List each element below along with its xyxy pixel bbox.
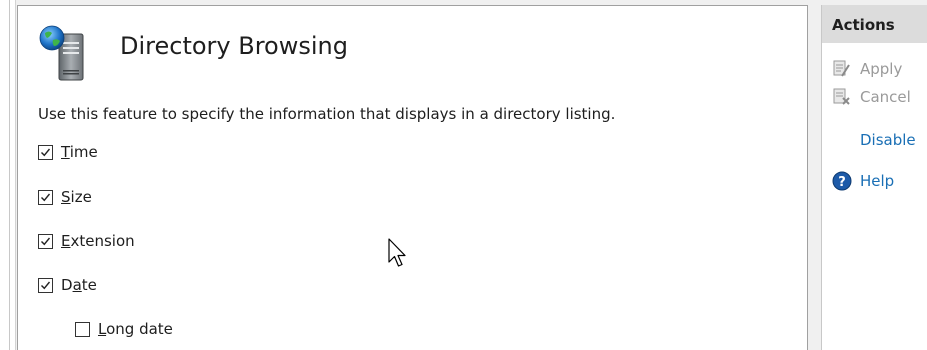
- extension-label: Extension: [61, 232, 135, 250]
- checkbox-checked[interactable]: [38, 189, 53, 205]
- cancel-label: Cancel: [860, 88, 911, 106]
- checkbox-unchecked[interactable]: [75, 321, 90, 337]
- extension-checkbox[interactable]: Extension: [38, 231, 135, 251]
- help-link[interactable]: ? Help: [832, 171, 894, 191]
- mouse-pointer-icon: [388, 238, 406, 267]
- disable-label: Disable: [860, 131, 916, 149]
- long-date-label: Long date: [98, 320, 173, 338]
- apply-label: Apply: [860, 60, 903, 78]
- feature-description: Use this feature to specify the informat…: [38, 105, 616, 123]
- time-checkbox[interactable]: Time: [38, 142, 98, 162]
- feature-pane: Directory Browsing Use this feature to s…: [17, 5, 808, 350]
- globe-server-icon: [39, 25, 84, 81]
- apply-icon: [832, 59, 852, 79]
- connections-pane-edge: [0, 0, 16, 350]
- help-label: Help: [860, 172, 895, 190]
- svg-text:?: ?: [838, 175, 846, 190]
- actions-pane: Actions Apply Cancel Disable ? Help: [821, 5, 927, 350]
- cancel-icon: [832, 87, 852, 107]
- disable-link[interactable]: Disable: [860, 131, 916, 149]
- checkbox-checked[interactable]: [38, 144, 53, 160]
- size-label: Size: [61, 188, 92, 206]
- size-checkbox[interactable]: Size: [38, 187, 92, 207]
- divider: [9, 0, 10, 350]
- actions-header: Actions: [822, 5, 927, 43]
- date-checkbox[interactable]: Date: [38, 275, 97, 295]
- actions-header-label: Actions: [832, 16, 895, 34]
- iis-manager-window: Directory Browsing Use this feature to s…: [0, 0, 927, 350]
- cancel-action[interactable]: Cancel: [832, 87, 911, 107]
- pane-splitter[interactable]: [808, 0, 820, 350]
- help-icon: ?: [832, 171, 852, 191]
- date-label: Date: [61, 276, 97, 294]
- checkbox-checked[interactable]: [38, 277, 53, 293]
- time-label: Time: [61, 143, 98, 161]
- checkbox-checked[interactable]: [38, 233, 53, 249]
- long-date-checkbox[interactable]: Long date: [75, 319, 173, 339]
- apply-action[interactable]: Apply: [832, 59, 902, 79]
- page-title: Directory Browsing: [120, 32, 348, 60]
